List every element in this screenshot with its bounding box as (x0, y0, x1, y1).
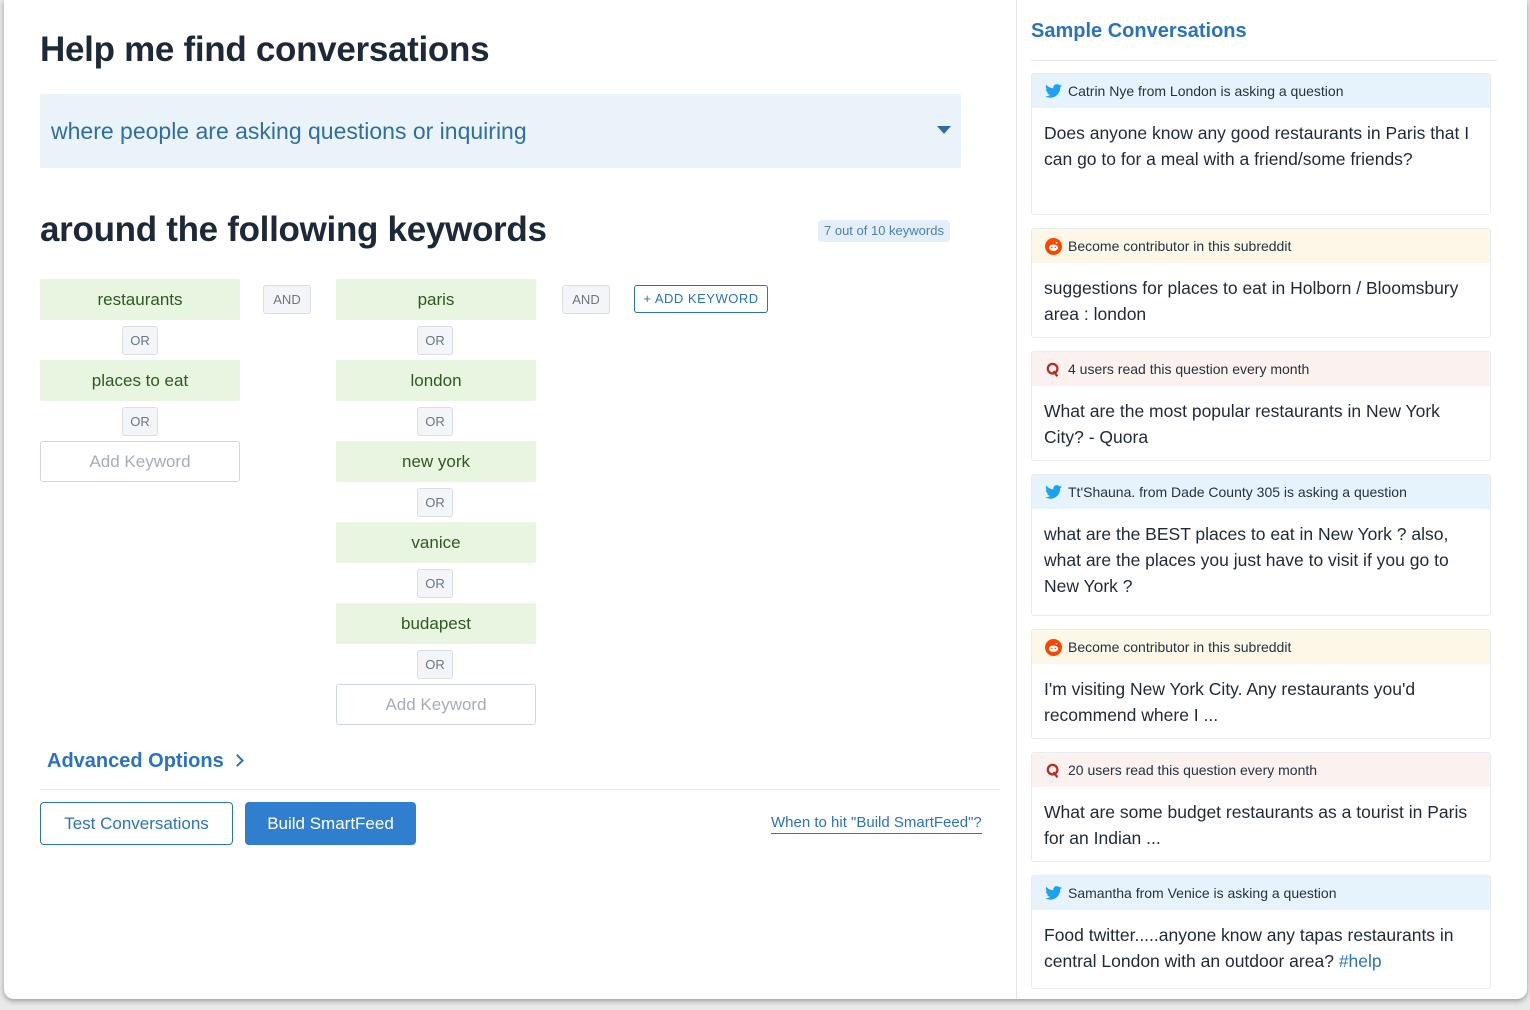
conversation-card[interactable]: 20 users read this question every month … (1031, 752, 1491, 862)
card-header: 4 users read this question every month (1032, 352, 1490, 386)
keyword-chip[interactable]: vanice (336, 522, 536, 563)
conversation-card[interactable]: Become contributor in this subreddit sug… (1031, 228, 1491, 338)
keyword-count-badge: 7 out of 10 keywords (818, 220, 950, 242)
add-keyword-input[interactable]: Add Keyword (336, 684, 536, 725)
add-keyword-input[interactable]: Add Keyword (40, 441, 240, 482)
reddit-icon (1044, 237, 1062, 255)
quora-icon (1044, 761, 1062, 779)
advanced-options-link[interactable]: Advanced Options (47, 750, 245, 773)
card-body: Food twitter.....anyone know any tapas r… (1032, 910, 1490, 986)
divider (1031, 60, 1497, 61)
conversation-card[interactable]: Tt'Shauna. from Dade County 305 is askin… (1031, 474, 1491, 616)
advanced-options-label: Advanced Options (47, 750, 224, 772)
and-operator: AND (562, 285, 610, 314)
card-header: Become contributor in this subreddit (1032, 229, 1490, 263)
card-header: Tt'Shauna. from Dade County 305 is askin… (1032, 475, 1490, 509)
twitter-icon (1044, 483, 1062, 501)
or-operator: OR (417, 650, 453, 679)
card-header-text: Samantha from Venice is asking a questio… (1068, 885, 1337, 901)
card-header: Become contributor in this subreddit (1032, 630, 1490, 664)
keywords-heading: around the following keywords (40, 210, 547, 249)
card-header-text: Tt'Shauna. from Dade County 305 is askin… (1068, 484, 1407, 500)
sample-conversations-panel: Sample Conversations Catrin Nye from Lon… (1016, 0, 1527, 999)
keyword-chip[interactable]: budapest (336, 603, 536, 644)
add-keyword-group-button[interactable]: + ADD KEYWORD (634, 285, 768, 313)
card-header-text: Catrin Nye from London is asking a quest… (1068, 83, 1344, 99)
keyword-chip[interactable]: places to eat (40, 360, 240, 401)
conversation-card[interactable]: Samantha from Venice is asking a questio… (1031, 875, 1491, 989)
keyword-chip[interactable]: paris (336, 279, 536, 320)
build-help-link[interactable]: When to hit "Build SmartFeed"? (771, 814, 982, 834)
card-body: I'm visiting New York City. Any restaura… (1044, 679, 1416, 725)
card-header: Catrin Nye from London is asking a quest… (1032, 74, 1490, 108)
chevron-right-icon (231, 754, 245, 767)
or-operator: OR (417, 326, 453, 355)
card-header-text: 4 users read this question every month (1068, 361, 1310, 377)
card-body: What are the most popular restaurants in… (1044, 401, 1440, 447)
smartfeed-builder: Help me find conversations where people … (4, 0, 1016, 999)
or-operator: OR (122, 407, 158, 436)
card-header-text: Become contributor in this subreddit (1068, 238, 1292, 254)
conversation-card[interactable]: Catrin Nye from London is asking a quest… (1031, 73, 1491, 215)
build-smartfeed-button[interactable]: Build SmartFeed (245, 802, 416, 845)
conversation-card[interactable]: Become contributor in this subreddit I'm… (1031, 629, 1491, 739)
card-body: What are some budget restaurants as a to… (1044, 802, 1468, 848)
card-header: Samantha from Venice is asking a questio… (1032, 876, 1490, 910)
card-body-text: Food twitter.....anyone know any tapas r… (1044, 925, 1454, 971)
test-conversations-button[interactable]: Test Conversations (40, 802, 233, 845)
card-header-text: Become contributor in this subreddit (1068, 639, 1292, 655)
or-operator: OR (417, 569, 453, 598)
or-operator: OR (417, 488, 453, 517)
hashtag-link[interactable]: #help (1339, 951, 1382, 971)
app-window: Help me find conversations where people … (4, 0, 1527, 999)
caret-down-icon (937, 126, 951, 134)
card-body: what are the BEST places to eat in New Y… (1044, 524, 1449, 596)
conversation-card[interactable]: 4 users read this question every month W… (1031, 351, 1491, 461)
sidebar-title: Sample Conversations (1031, 20, 1247, 42)
or-operator: OR (122, 326, 158, 355)
card-body: suggestions for places to eat in Holborn… (1044, 278, 1459, 324)
keyword-chip[interactable]: restaurants (40, 279, 240, 320)
quora-icon (1044, 360, 1062, 378)
divider (40, 789, 1000, 790)
keyword-chip[interactable]: new york (336, 441, 536, 482)
card-header-text: 20 users read this question every month (1068, 762, 1318, 778)
intent-dropdown[interactable]: where people are asking questions or inq… (40, 94, 961, 168)
twitter-icon (1044, 82, 1062, 100)
intent-selected-value: where people are asking questions or inq… (51, 118, 527, 144)
card-header: 20 users read this question every month (1032, 753, 1490, 787)
reddit-icon (1044, 638, 1062, 656)
twitter-icon (1044, 884, 1062, 902)
and-operator: AND (263, 285, 311, 314)
card-body: Does anyone know any good restaurants in… (1044, 123, 1470, 169)
or-operator: OR (417, 407, 453, 436)
keyword-chip[interactable]: london (336, 360, 536, 401)
page-title: Help me find conversations (40, 30, 490, 69)
